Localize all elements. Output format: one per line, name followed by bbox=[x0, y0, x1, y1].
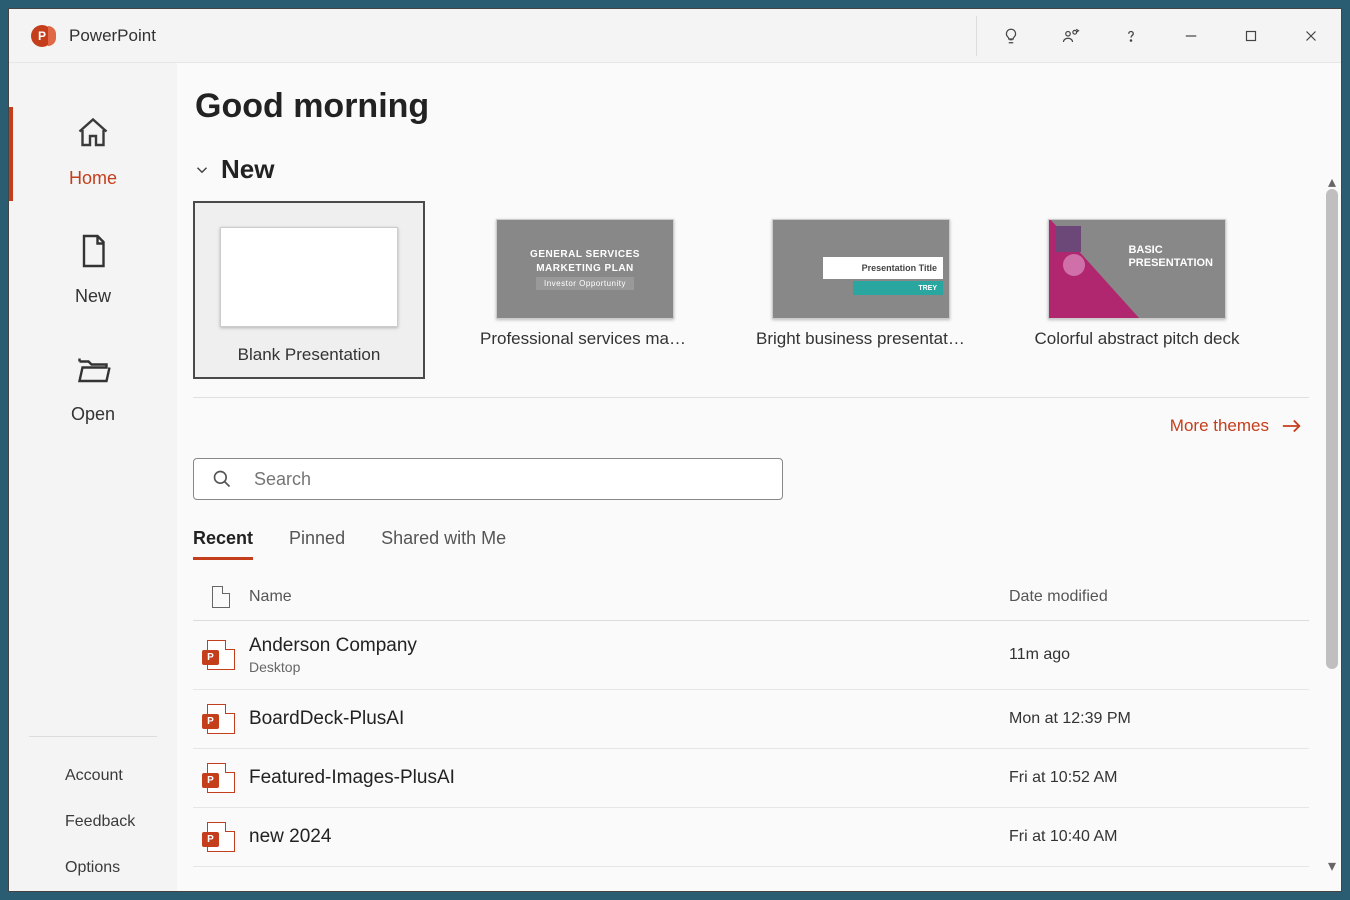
template-label: Blank Presentation bbox=[238, 345, 381, 377]
scroll-up-arrow-icon[interactable]: ▴ bbox=[1325, 175, 1339, 189]
template-professional-services-marketing[interactable]: GENERAL SERVICES MARKETING PLAN Investor… bbox=[469, 201, 701, 379]
document-icon bbox=[212, 586, 230, 608]
maximize-button[interactable] bbox=[1221, 9, 1281, 62]
more-themes-link[interactable]: More themes bbox=[193, 398, 1309, 458]
close-button[interactable] bbox=[1281, 9, 1341, 62]
lightbulb-icon[interactable] bbox=[981, 9, 1041, 62]
sidebar-item-label: Open bbox=[71, 404, 115, 425]
search-input[interactable] bbox=[254, 469, 764, 490]
sidebar-item-feedback[interactable]: Feedback bbox=[9, 799, 177, 845]
scrollbar-thumb[interactable] bbox=[1326, 189, 1338, 669]
more-themes-label: More themes bbox=[1170, 416, 1269, 436]
file-location: Desktop bbox=[249, 659, 1009, 675]
template-bright-business[interactable]: Presentation Title TREY Bright business … bbox=[745, 201, 977, 379]
chevron-down-icon bbox=[193, 161, 211, 179]
file-name: Featured-Images-PlusAI bbox=[249, 767, 1009, 789]
file-name: new 2024 bbox=[249, 826, 1009, 848]
file-row[interactable]: P Anderson Company Desktop11m ago bbox=[193, 621, 1309, 690]
app-window: P PowerPoint bbox=[8, 8, 1342, 892]
tab-recent[interactable]: Recent bbox=[193, 528, 253, 560]
file-list-tabs: Recent Pinned Shared with Me bbox=[193, 528, 1309, 560]
search-icon bbox=[212, 469, 232, 489]
powerpoint-file-icon: P bbox=[207, 822, 235, 852]
template-thumbnail: Presentation Title TREY bbox=[772, 219, 950, 319]
sidebar-item-new[interactable]: New bbox=[9, 213, 177, 331]
sidebar-item-label: New bbox=[75, 286, 111, 307]
app-name: PowerPoint bbox=[69, 26, 156, 46]
file-date-modified: Fri at 10:52 AM bbox=[1009, 769, 1309, 787]
file-date-modified: Fri at 10:40 AM bbox=[1009, 828, 1309, 846]
section-title: New bbox=[221, 154, 274, 185]
powerpoint-file-icon: P bbox=[207, 704, 235, 734]
file-name: BoardDeck-PlusAI bbox=[249, 708, 1009, 730]
file-row[interactable]: P BoardDeck-PlusAIMon at 12:39 PM bbox=[193, 690, 1309, 749]
section-collapse-new[interactable]: New bbox=[193, 154, 1309, 185]
minimize-button[interactable] bbox=[1161, 9, 1221, 62]
column-date-modified[interactable]: Date modified bbox=[1009, 588, 1309, 606]
new-file-icon bbox=[75, 233, 111, 274]
sidebar-item-open[interactable]: Open bbox=[9, 331, 177, 449]
scroll-down-arrow-icon[interactable]: ▾ bbox=[1325, 859, 1339, 873]
help-icon[interactable] bbox=[1101, 9, 1161, 62]
file-date-modified: 11m ago bbox=[1009, 646, 1309, 664]
template-thumbnail bbox=[220, 227, 398, 327]
powerpoint-file-icon: P bbox=[207, 763, 235, 793]
backstage-sidebar: Home New Open Account Feedback Options bbox=[9, 63, 177, 891]
main-content: Good morning New Blank Presentation GENE… bbox=[177, 63, 1341, 891]
template-thumbnail: GENERAL SERVICES MARKETING PLAN Investor… bbox=[496, 219, 674, 319]
search-box[interactable] bbox=[193, 458, 783, 500]
template-label: Bright business presentation bbox=[756, 329, 966, 361]
file-name: Anderson Company bbox=[249, 635, 1009, 657]
vertical-scrollbar[interactable]: ▴ ▾ bbox=[1325, 175, 1339, 873]
file-row[interactable]: P Featured-Images-PlusAIFri at 10:52 AM bbox=[193, 749, 1309, 808]
sidebar-item-home[interactable]: Home bbox=[9, 95, 177, 213]
divider bbox=[29, 736, 157, 737]
greeting-heading: Good morning bbox=[195, 87, 1309, 126]
tab-shared-with-me[interactable]: Shared with Me bbox=[381, 528, 506, 560]
sidebar-item-account[interactable]: Account bbox=[9, 753, 177, 799]
column-name[interactable]: Name bbox=[249, 588, 1009, 606]
divider bbox=[976, 16, 977, 56]
home-icon bbox=[75, 115, 111, 156]
powerpoint-app-icon: P bbox=[31, 25, 53, 47]
sidebar-item-label: Home bbox=[69, 168, 117, 189]
file-date-modified: Mon at 12:39 PM bbox=[1009, 710, 1309, 728]
recent-file-list: P Anderson Company Desktop11m ago P BoardDec… bbox=[193, 621, 1309, 867]
sidebar-item-options[interactable]: Options bbox=[9, 845, 177, 891]
title-bar: P PowerPoint bbox=[9, 9, 1341, 63]
template-thumbnail: BASICPRESENTATION bbox=[1048, 219, 1226, 319]
powerpoint-file-icon: P bbox=[207, 640, 235, 670]
file-list-header: Name Date modified bbox=[193, 578, 1309, 621]
share-people-icon[interactable] bbox=[1041, 9, 1101, 62]
template-colorful-abstract[interactable]: BASICPRESENTATION Colorful abstract pitc… bbox=[1021, 201, 1253, 379]
tab-pinned[interactable]: Pinned bbox=[289, 528, 345, 560]
arrow-right-icon bbox=[1281, 418, 1303, 434]
open-folder-icon bbox=[75, 351, 111, 392]
template-label: Colorful abstract pitch deck bbox=[1034, 329, 1239, 361]
template-blank-presentation[interactable]: Blank Presentation bbox=[193, 201, 425, 379]
template-gallery: Blank Presentation GENERAL SERVICES MARK… bbox=[193, 201, 1309, 398]
template-label: Professional services marke… bbox=[480, 329, 690, 361]
window-controls bbox=[972, 9, 1341, 62]
file-row[interactable]: Pnew 2024Fri at 10:40 AM bbox=[193, 808, 1309, 867]
